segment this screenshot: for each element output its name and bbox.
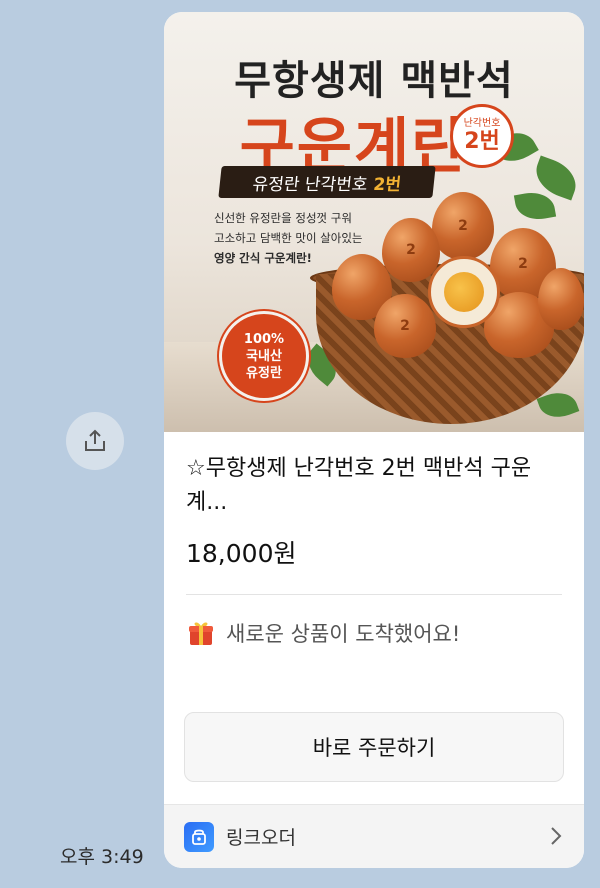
domestic-badge: 100% 국내산 유정란 xyxy=(222,314,306,398)
egg-yolk xyxy=(444,272,484,312)
pill-highlight: 2번 xyxy=(372,174,402,195)
link-order-label: 링크오더 xyxy=(226,827,296,849)
product-price: 18,000원 xyxy=(186,539,297,568)
product-banner-image[interactable]: 무항생제 맥반석 구운계란 난각번호 2번 유정란 난각번호 2번 신선한 유정… xyxy=(164,12,584,432)
egg-mark: 2 xyxy=(406,242,416,258)
gift-icon xyxy=(186,618,216,648)
link-order-footer[interactable]: 링크오더 xyxy=(164,804,584,868)
description-line: 신선한 유정란을 정성껏 구워 xyxy=(214,211,352,225)
egg xyxy=(538,268,584,330)
share-button[interactable] xyxy=(66,412,124,470)
notice-text: 새로운 상품이 도착했어요! xyxy=(226,622,461,646)
product-title[interactable]: ☆무항생제 난각번호 2번 맥반석 구운계... xyxy=(186,452,566,520)
message-timestamp: 오후 3:49 xyxy=(60,846,144,868)
banner-pill: 유정란 난각번호 2번 xyxy=(218,166,436,198)
new-product-notice: 새로운 상품이 도착했어요! xyxy=(186,618,460,648)
egg-mark: 2 xyxy=(518,256,528,272)
egg: 2 xyxy=(382,218,440,282)
leaf-decoration xyxy=(513,188,557,224)
badge-line: 100% xyxy=(243,331,285,347)
badge-line: 국내산 xyxy=(246,348,282,364)
divider xyxy=(186,594,562,595)
link-order-logo-icon xyxy=(184,821,214,852)
egg-mark: 2 xyxy=(458,218,468,234)
chevron-right-icon xyxy=(551,827,562,845)
shell-number-stamp: 난각번호 2번 xyxy=(450,104,514,168)
egg: 2 xyxy=(432,192,494,260)
share-icon xyxy=(85,429,105,451)
product-message-card[interactable]: 무항생제 맥반석 구운계란 난각번호 2번 유정란 난각번호 2번 신선한 유정… xyxy=(164,12,584,868)
egg-mark: 2 xyxy=(400,318,410,334)
stamp-value: 2번 xyxy=(464,129,500,154)
badge-line: 유정란 xyxy=(246,365,282,381)
egg: 2 xyxy=(374,294,436,358)
halved-egg xyxy=(428,256,500,328)
order-now-button[interactable]: 바로 주문하기 xyxy=(184,712,564,782)
pill-text: 유정란 난각번호 xyxy=(251,174,369,195)
